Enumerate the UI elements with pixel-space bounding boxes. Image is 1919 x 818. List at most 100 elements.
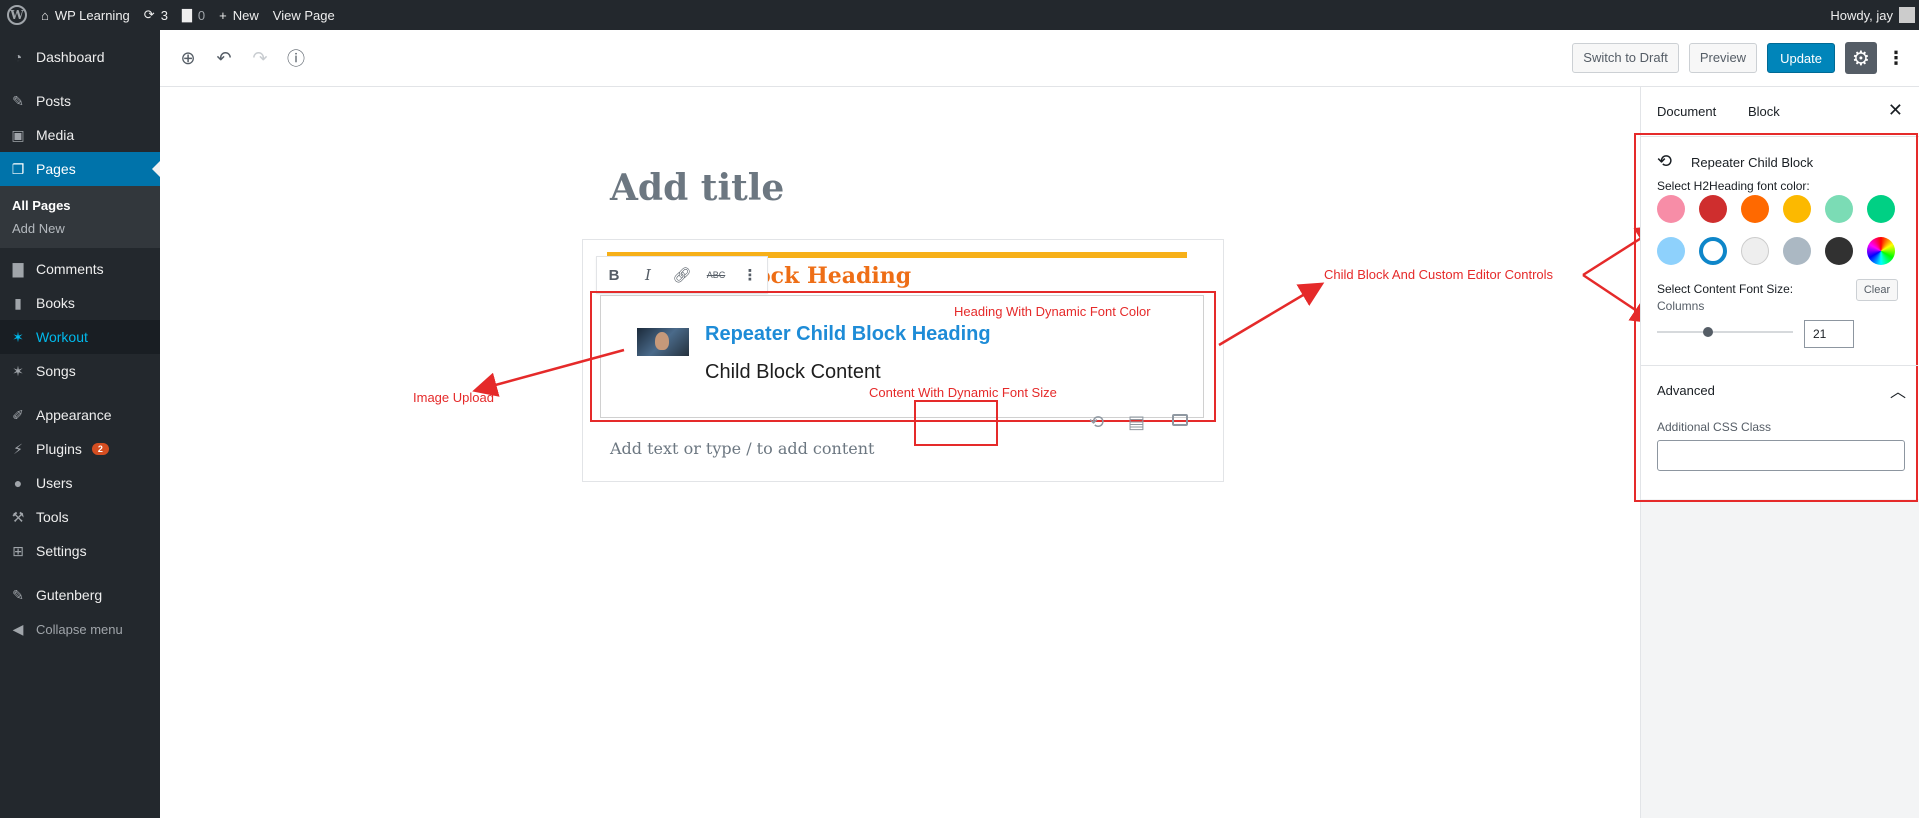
settings-gear-icon[interactable]: ⚙ bbox=[1845, 42, 1877, 74]
sidebar-item-appearance[interactable]: ✐ Appearance bbox=[0, 398, 160, 432]
more-options-icon[interactable]: ⋮ bbox=[1887, 48, 1905, 69]
color-swatch[interactable] bbox=[1657, 195, 1685, 223]
heading-color-label: Select H2Heading font color: bbox=[1657, 179, 1810, 193]
more-formats-icon[interactable]: ⋮ bbox=[739, 266, 761, 284]
color-swatch[interactable] bbox=[1657, 237, 1685, 265]
comments-count: 0 bbox=[197, 7, 206, 23]
wp-logo-menu[interactable]: W bbox=[0, 0, 34, 30]
my-account-link[interactable]: Howdy, jay bbox=[1823, 0, 1919, 30]
pin-icon: ✎ bbox=[12, 92, 24, 109]
plugins-update-badge: 2 bbox=[91, 443, 109, 455]
color-swatch[interactable] bbox=[1783, 237, 1811, 265]
child-block-content[interactable]: Child Block Content bbox=[705, 361, 881, 384]
undo-icon[interactable]: ↶ bbox=[212, 46, 236, 70]
child-block-heading[interactable]: Repeater Child Block Heading bbox=[705, 323, 991, 346]
post-title-input[interactable]: Add title bbox=[610, 167, 784, 209]
sidebar-label: Songs bbox=[36, 363, 76, 379]
howdy-label: Howdy, jay bbox=[1830, 7, 1893, 23]
collapse-menu-button[interactable]: ◀ Collapse menu bbox=[0, 612, 160, 646]
sidebar-item-dashboard[interactable]: ◔ Dashboard bbox=[0, 40, 160, 74]
sidebar-label: Dashboard bbox=[36, 49, 105, 65]
block-document-icon[interactable]: ▤ bbox=[1128, 412, 1145, 433]
color-swatch[interactable] bbox=[1699, 195, 1727, 223]
sidebar-label: Gutenberg bbox=[36, 587, 103, 603]
updates-link[interactable]: ⟳ 3 bbox=[137, 0, 175, 30]
italic-icon[interactable]: I bbox=[637, 266, 659, 284]
sidebar-item-workout[interactable]: ✶ Workout bbox=[0, 320, 160, 354]
sidebar-item-media[interactable]: ▣ Media bbox=[0, 118, 160, 152]
tab-block[interactable]: Block bbox=[1748, 104, 1780, 119]
site-name-label: WP Learning bbox=[54, 7, 130, 23]
paintbrush-icon: ✐ bbox=[12, 406, 24, 423]
sidebar-label: Settings bbox=[36, 543, 87, 559]
pages-icon: ❐ bbox=[11, 160, 25, 177]
sidebar-label: Media bbox=[36, 127, 75, 143]
color-swatch[interactable] bbox=[1867, 195, 1895, 223]
link-icon[interactable]: 🔗︎ bbox=[671, 266, 693, 284]
new-content-link[interactable]: + New bbox=[212, 0, 266, 30]
color-swatch[interactable] bbox=[1741, 237, 1769, 265]
color-swatch[interactable] bbox=[1867, 237, 1895, 265]
redo-icon[interactable]: ↷ bbox=[248, 46, 272, 70]
view-page-link[interactable]: View Page bbox=[266, 0, 342, 30]
sidebar-label: Appearance bbox=[36, 407, 112, 423]
color-swatch[interactable] bbox=[1783, 195, 1811, 223]
strikethrough-icon[interactable]: ABC bbox=[705, 270, 727, 280]
editor-canvas: Add title ock Heading B I 🔗︎ ABC ⋮ Repea… bbox=[160, 87, 1640, 818]
font-size-number-input[interactable]: 21 bbox=[1804, 320, 1854, 348]
advanced-panel-toggle[interactable]: Advanced bbox=[1657, 383, 1715, 398]
sidebar-label: Pages bbox=[36, 161, 76, 177]
sidebar-item-books[interactable]: ▮ Books bbox=[0, 286, 160, 320]
font-size-range-thumb[interactable] bbox=[1703, 327, 1713, 337]
chevron-up-icon[interactable]: ︿ bbox=[1890, 378, 1906, 402]
refresh-icon: ⟳ bbox=[143, 7, 155, 22]
sidebar-label: Plugins bbox=[36, 441, 82, 457]
sidebar-item-settings[interactable]: ⊞ Settings bbox=[0, 534, 160, 568]
css-class-input[interactable] bbox=[1657, 440, 1905, 471]
submenu-add-new[interactable]: Add New bbox=[0, 217, 160, 240]
switch-to-draft-button[interactable]: Switch to Draft bbox=[1572, 43, 1679, 73]
sidebar-item-tools[interactable]: ⚒ Tools bbox=[0, 500, 160, 534]
tab-document[interactable]: Document bbox=[1657, 104, 1716, 119]
sidebar-item-comments[interactable]: ▇ Comments bbox=[0, 252, 160, 286]
close-icon[interactable]: ✕ bbox=[1888, 100, 1903, 121]
parent-block-heading[interactable]: ock Heading bbox=[756, 263, 911, 289]
font-size-range-track[interactable] bbox=[1657, 331, 1793, 333]
color-swatch[interactable] bbox=[1699, 237, 1727, 265]
sidebar-item-users[interactable]: ● Users bbox=[0, 466, 160, 500]
sidebar-label: Books bbox=[36, 295, 75, 311]
default-block-appender[interactable]: Add text or type / to add content bbox=[610, 439, 874, 458]
comments-link[interactable]: ▇ 0 bbox=[175, 0, 212, 30]
update-button[interactable]: Update bbox=[1767, 43, 1835, 73]
sidebar-item-songs[interactable]: ✶ Songs bbox=[0, 354, 160, 388]
submenu-all-pages[interactable]: All Pages bbox=[0, 194, 160, 217]
site-name-link[interactable]: ⌂ WP Learning bbox=[34, 0, 137, 30]
sidebar-item-gutenberg[interactable]: ✎ Gutenberg bbox=[0, 578, 160, 612]
uploaded-image-thumbnail[interactable] bbox=[637, 328, 689, 356]
block-rectangle-icon[interactable] bbox=[1172, 414, 1188, 426]
clear-button[interactable]: Clear bbox=[1856, 279, 1898, 301]
rotate-icon[interactable]: ⟲ bbox=[1089, 412, 1104, 433]
plugin-icon: ⚡ bbox=[13, 440, 23, 457]
view-page-label: View Page bbox=[272, 7, 335, 23]
sidebar-item-posts[interactable]: ✎ Posts bbox=[0, 84, 160, 118]
add-block-icon[interactable]: ⊕ bbox=[176, 46, 200, 70]
block-inserter-highlight bbox=[914, 400, 998, 446]
editor-header: ⊕ ↶ ↷ ⓘ Switch to Draft Preview Update ⚙… bbox=[160, 30, 1919, 87]
dashboard-icon: ◔ bbox=[13, 49, 23, 65]
color-swatch[interactable] bbox=[1825, 237, 1853, 265]
book-icon: ▮ bbox=[14, 294, 22, 311]
sidebar-item-plugins[interactable]: ⚡ Plugins 2 bbox=[0, 432, 160, 466]
universal-access-icon: ✶ bbox=[12, 362, 24, 379]
preview-button[interactable]: Preview bbox=[1688, 43, 1758, 73]
universal-access-icon: ✶ bbox=[12, 328, 24, 345]
collapse-icon: ◀ bbox=[12, 620, 24, 637]
color-swatch[interactable] bbox=[1741, 195, 1769, 223]
bold-icon[interactable]: B bbox=[603, 267, 625, 284]
color-swatch[interactable] bbox=[1825, 195, 1853, 223]
info-icon[interactable]: ⓘ bbox=[284, 46, 308, 70]
rotate-icon: ⟲ bbox=[1657, 151, 1673, 171]
sidebar-item-pages[interactable]: ❐ Pages bbox=[0, 152, 160, 186]
sidebar-label: Collapse menu bbox=[36, 621, 123, 637]
annotation-heading-color: Heading With Dynamic Font Color bbox=[954, 304, 1151, 319]
